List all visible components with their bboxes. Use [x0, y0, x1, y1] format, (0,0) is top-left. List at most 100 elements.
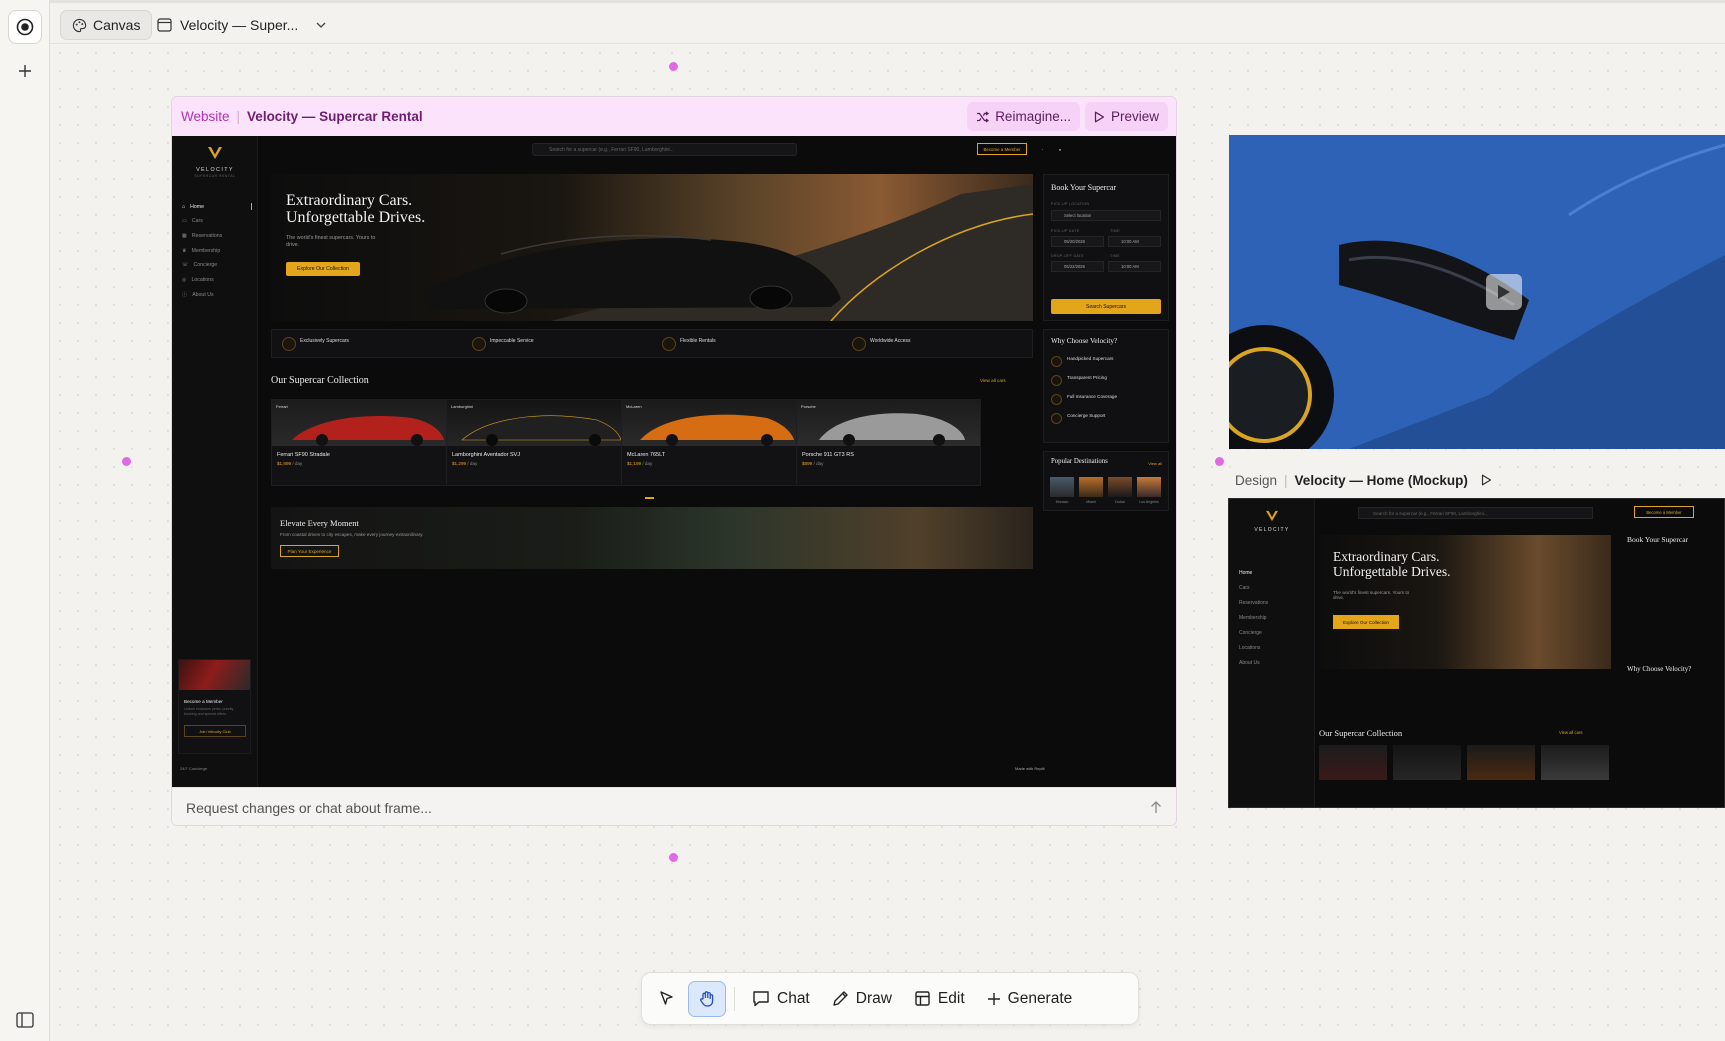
site-sidebar: VELOCITY SUPERCAR RENTAL ⌂ Home ▭ Cars ▦ Re… — [172, 136, 258, 787]
play-icon — [1094, 111, 1105, 122]
car-badge: Porsche — [801, 404, 816, 409]
design-title[interactable]: Velocity — Home (Mockup) — [1295, 473, 1468, 488]
plus-icon[interactable] — [8, 54, 42, 88]
design-frame-header: Design | Velocity — Home (Mockup) — [1229, 465, 1498, 495]
generate-button[interactable]: Generate — [978, 981, 1082, 1017]
car-card[interactable]: Porsche Porsche 911 GT3 RS $899 / day — [796, 399, 981, 486]
member-card: Become a Member Unlock exclusive perks, … — [178, 659, 251, 754]
website-frame[interactable]: Website | Velocity — Supercar Rental Rei… — [171, 96, 1177, 826]
nav-item-membership[interactable]: ♛ Membership — [182, 248, 220, 254]
car-card[interactable]: McLaren McLaren 765LT $1,199 / day — [621, 399, 806, 486]
video-thumbnail[interactable] — [1229, 135, 1725, 449]
chat-input[interactable]: Request changes or chat about frame... — [186, 800, 432, 816]
nav-item-about[interactable]: ⓘ About Us — [182, 291, 214, 299]
send-arrow-icon[interactable] — [1150, 801, 1162, 814]
explore-collection-button[interactable]: Explore Our Collection — [286, 262, 360, 276]
hand-tool-button[interactable] — [688, 980, 726, 1017]
brand-name: VELOCITY — [196, 167, 234, 173]
draw-button[interactable]: Draw — [823, 981, 901, 1017]
design-mockup-frame[interactable]: VELOCITY Home Cars Reservations Membership C… — [1228, 498, 1725, 808]
join-club-button[interactable]: Join Velocity Club — [184, 725, 246, 737]
hero-subtitle: The world's finest supercars. Yours to d… — [286, 235, 376, 248]
car-price: $1,199 / day — [627, 461, 653, 466]
mock-collection-title: Our Supercar Collection — [1319, 728, 1403, 738]
dropoff-date-label: DROP-OFF DATE — [1051, 254, 1084, 258]
car-price: $1,899 / day — [277, 461, 303, 466]
destination-thumb[interactable] — [1108, 477, 1132, 497]
project-selector[interactable]: Velocity — Super... — [157, 10, 326, 40]
nav-item-locations[interactable]: ◎ Locations — [182, 277, 214, 283]
preview-label: Preview — [1110, 109, 1159, 124]
car-badge: McLaren — [626, 404, 642, 409]
search-supercars-button[interactable]: Search Supercars — [1051, 299, 1161, 314]
canvas-button[interactable]: Canvas — [60, 10, 153, 40]
destinations-view-all[interactable]: View all — [1148, 461, 1162, 466]
preview-button[interactable]: Preview — [1084, 102, 1168, 131]
collection-title: Our Supercar Collection — [271, 375, 369, 386]
location-select[interactable]: Select location — [1051, 210, 1161, 221]
resize-handle-bottom[interactable] — [669, 853, 678, 862]
mock-hero: Extraordinary Cars. Unforgettable Drives.… — [1319, 535, 1611, 669]
destination-thumb[interactable] — [1050, 477, 1074, 497]
carousel-indicator[interactable] — [645, 497, 654, 499]
mock-book-title: Book Your Supercar — [1627, 535, 1689, 544]
website-preview[interactable]: VELOCITY SUPERCAR RENTAL ⌂ Home ▭ Cars ▦ Re… — [172, 136, 1176, 787]
chat-label: Chat — [777, 989, 810, 1007]
feature-item: Impeccable Service — [462, 330, 652, 357]
mock-car-card — [1393, 745, 1461, 780]
nav-item-concierge[interactable]: ☏ Concierge — [182, 262, 217, 268]
resize-handle-left[interactable] — [122, 457, 131, 466]
car-card[interactable]: Lamborghini Lamborghini Aventador SVJ $1… — [446, 399, 631, 486]
made-with-badge[interactable]: Made with Replit — [1015, 766, 1045, 771]
reimagine-button[interactable]: Reimagine... — [967, 102, 1080, 131]
feature-item: Worldwide Access — [842, 330, 1032, 357]
pickup-date-input[interactable]: 05/20/2026 — [1051, 236, 1104, 247]
why-item: Handpicked Supercars — [1051, 356, 1113, 367]
edit-button[interactable]: Edit — [905, 981, 974, 1017]
sidebar-toggle-icon[interactable] — [8, 1003, 42, 1037]
bell-icon[interactable]: ◔ — [1037, 143, 1047, 155]
chat-icon — [753, 991, 769, 1007]
play-icon[interactable] — [1481, 474, 1492, 486]
select-tool-button[interactable] — [650, 981, 684, 1017]
edit-label: Edit — [937, 989, 965, 1007]
play-icon[interactable] — [1486, 274, 1522, 310]
plan-experience-button[interactable]: Plan Your Experience — [280, 545, 339, 557]
mock-search: Search for a supercar (e.g., Ferrari SF9… — [1358, 507, 1593, 519]
view-all-cars-link[interactable]: View all cars — [980, 378, 1006, 383]
why-item: Concierge Support — [1051, 413, 1105, 424]
pickup-location-label: PICK-UP LOCATION — [1051, 202, 1090, 206]
destination-thumb[interactable] — [1079, 477, 1103, 497]
frame-chat-bar[interactable]: Request changes or chat about frame... — [172, 787, 1176, 825]
avatar[interactable]: ● — [1054, 143, 1066, 155]
frame-title[interactable]: Velocity — Supercar Rental — [247, 109, 423, 124]
why-title: Why Choose Velocity? — [1051, 337, 1118, 345]
nav-item-home[interactable]: ⌂ Home — [182, 203, 252, 210]
velocity-logo: VELOCITY — [1229, 509, 1315, 533]
velocity-logo: VELOCITY SUPERCAR RENTAL — [172, 146, 258, 178]
brand-tagline: SUPERCAR RENTAL — [194, 174, 236, 178]
time-label: TIME — [1110, 229, 1120, 233]
site-search-input[interactable]: Search for a supercar (e.g., Ferrari SF9… — [532, 143, 797, 156]
edit-layout-icon — [915, 991, 930, 1006]
car-name: McLaren 765LT — [627, 452, 666, 458]
dropoff-time-input[interactable]: 10:00 AM — [1108, 261, 1161, 272]
feature-item: Flexible Rentals — [652, 330, 842, 357]
resize-handle-right[interactable] — [1215, 457, 1224, 466]
resize-handle-top[interactable] — [669, 62, 678, 71]
nav-item-cars[interactable]: ▭ Cars — [182, 218, 203, 224]
chat-button[interactable]: Chat — [743, 981, 819, 1017]
car-card[interactable]: Ferrari Ferrari SF90 Stradale $1,899 / d… — [271, 399, 456, 486]
nav-item-reservations[interactable]: ▦ Reservations — [182, 233, 222, 239]
record-icon[interactable] — [8, 10, 42, 44]
mock-car-card — [1467, 745, 1535, 780]
pickup-time-input[interactable]: 10:00 AM — [1108, 236, 1161, 247]
dropoff-date-input[interactable]: 05/22/2026 — [1051, 261, 1104, 272]
shuffle-icon — [977, 111, 990, 122]
car-badge: Lamborghini — [451, 404, 474, 409]
destination-thumb[interactable] — [1137, 477, 1161, 497]
become-member-button[interactable]: Become a Member — [977, 143, 1027, 155]
member-card-title: Become a Member — [184, 699, 223, 704]
palette-icon — [72, 18, 87, 32]
mock-nav: Home Cars Reservations Membership Concierge L… — [1239, 570, 1269, 666]
